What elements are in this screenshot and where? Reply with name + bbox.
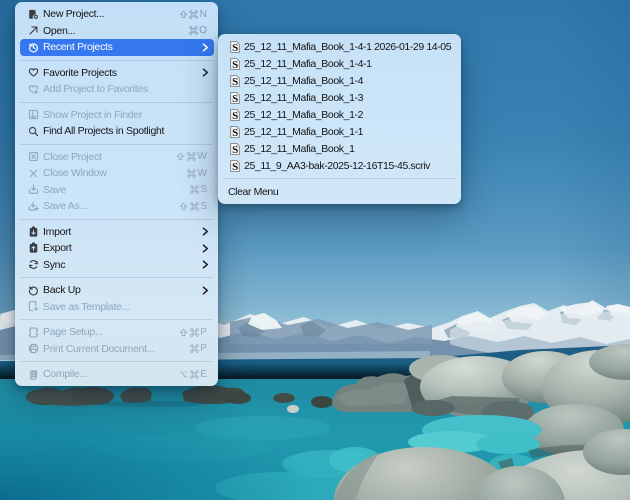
svg-text:S: S [232,110,238,121]
svg-text:S: S [232,93,238,104]
svg-text:S: S [232,42,238,53]
svg-text:S: S [232,127,238,138]
svg-text:S: S [232,76,238,87]
svg-text:S: S [232,144,238,155]
svg-text:S: S [232,59,238,70]
svg-text:S: S [232,161,238,172]
